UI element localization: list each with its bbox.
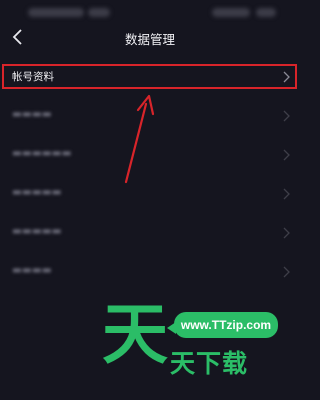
- status-bar: [0, 0, 300, 26]
- status-blur-left: [28, 8, 84, 17]
- list-item-label-blurred: ▬▬▬▬▬: [12, 225, 62, 237]
- list-item-blurred-2[interactable]: ▬▬▬▬▬▬: [0, 136, 300, 175]
- navigation-bar: 数据管理: [0, 24, 300, 54]
- status-blur-battery: [256, 8, 276, 17]
- list-item-label-blurred: ▬▬▬▬▬: [12, 186, 62, 198]
- page-title: 数据管理: [124, 32, 175, 47]
- watermark-url-bubble: www.TTzip.com: [167, 312, 278, 338]
- list-item-blurred-1[interactable]: ▬▬▬▬: [0, 97, 300, 136]
- list-item-blurred-3[interactable]: ▬▬▬▬▬: [0, 175, 300, 214]
- highlight-box: [2, 64, 297, 89]
- watermark-subtitle: 天下载: [170, 349, 249, 378]
- watermark-url: www.TTzip.com: [180, 318, 272, 332]
- chevron-right-icon: [283, 188, 290, 200]
- chevron-right-icon: [283, 149, 290, 161]
- status-blur-right: [212, 8, 250, 17]
- list-item-blurred-4[interactable]: ▬▬▬▬▬: [0, 214, 300, 253]
- settings-list: 帐号资料 ▬▬▬▬ ▬▬▬▬▬▬ ▬▬▬▬▬ ▬▬▬▬▬ ▬▬▬▬: [0, 58, 300, 292]
- chevron-right-icon: [283, 110, 290, 122]
- chevron-right-icon: [283, 227, 290, 239]
- list-item-label-blurred: ▬▬▬▬▬▬: [12, 147, 72, 159]
- watermark-big-char: 天: [102, 296, 168, 373]
- chevron-right-icon: [283, 266, 290, 278]
- status-blur-left-2: [88, 8, 110, 17]
- list-item-label-blurred: ▬▬▬▬: [12, 264, 52, 276]
- list-item-label-blurred: ▬▬▬▬: [12, 108, 52, 120]
- list-item-blurred-5[interactable]: ▬▬▬▬: [0, 253, 300, 292]
